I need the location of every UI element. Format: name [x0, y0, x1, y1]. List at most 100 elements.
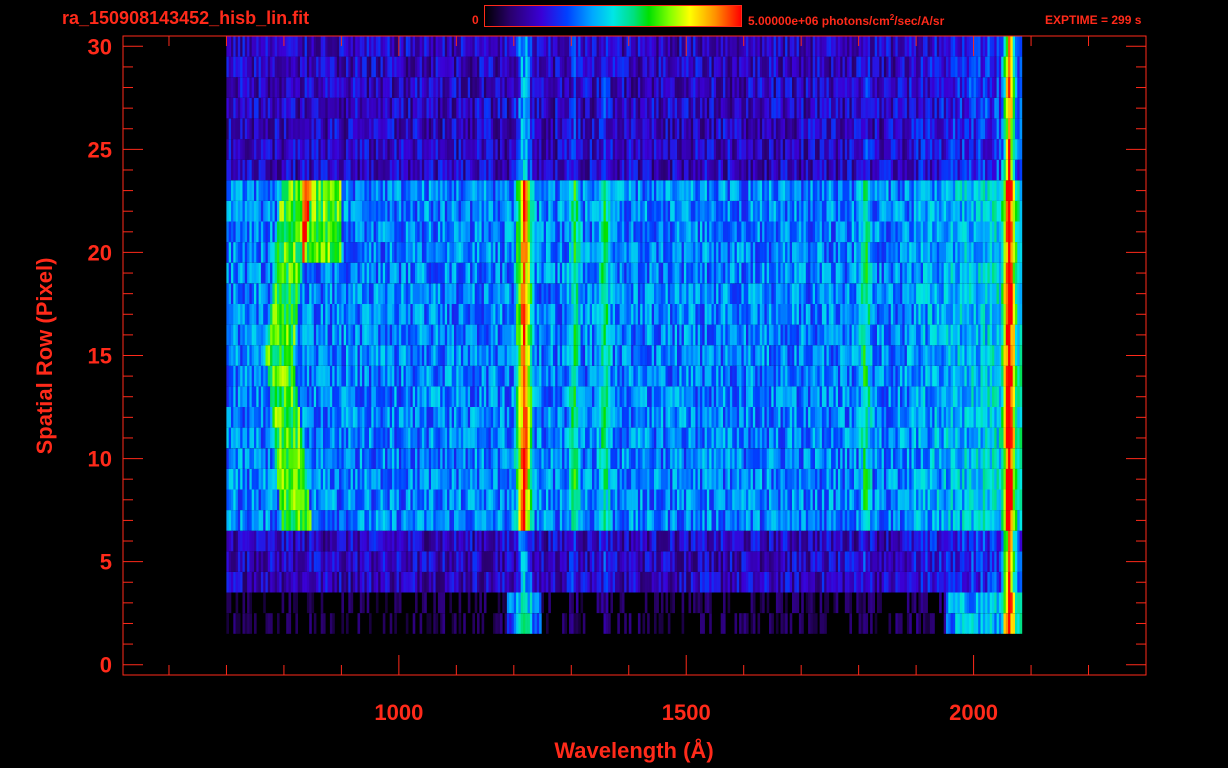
heatmap-cell [334, 427, 338, 449]
heatmap-cell [385, 427, 388, 449]
heatmap-cell [720, 551, 724, 572]
heatmap-cell [559, 365, 563, 387]
heatmap-cell [824, 386, 827, 407]
heatmap-cell [500, 324, 503, 346]
heatmap-cell [539, 510, 542, 531]
heatmap-cell [872, 468, 875, 490]
heatmap-cell [702, 510, 705, 531]
heatmap-cell [359, 324, 363, 346]
heatmap-cell [594, 324, 597, 346]
heatmap-cell [713, 489, 717, 511]
heatmap-cell [467, 304, 471, 325]
heatmap-cell [658, 468, 662, 490]
heatmap-cell [463, 427, 466, 449]
heatmap-cell [952, 324, 956, 346]
heatmap-cell [502, 448, 505, 469]
heatmap-cell [343, 427, 347, 449]
heatmap-cell [444, 407, 448, 428]
heatmap-cell [989, 530, 993, 552]
heatmap-cell [794, 365, 797, 387]
heatmap-cell [706, 448, 710, 469]
heatmap-cell [757, 530, 761, 552]
heatmap-cell [534, 324, 538, 346]
heatmap-cell [405, 448, 409, 469]
heatmap-cell [769, 407, 772, 428]
heatmap-cell [805, 592, 809, 614]
heatmap-cell [451, 427, 455, 449]
heatmap-cell [644, 427, 648, 449]
heatmap-cell [835, 551, 839, 572]
heatmap-cell [375, 345, 379, 366]
heatmap-cell [826, 571, 830, 593]
heatmap-cell [973, 571, 977, 593]
heatmap-cell [718, 530, 721, 552]
heatmap-cell [467, 407, 471, 428]
heatmap-cell [316, 345, 319, 366]
heatmap-cell [897, 427, 901, 449]
heatmap-cell [249, 448, 252, 469]
heatmap-cell [479, 324, 482, 346]
heatmap-cell [647, 365, 650, 387]
heatmap-cell [895, 407, 898, 428]
heatmap-cell [723, 365, 726, 387]
heatmap-cell [686, 386, 689, 407]
heatmap-cell [249, 613, 252, 634]
heatmap-cell [700, 324, 703, 346]
heatmap-cell [552, 468, 556, 490]
heatmap-cell [403, 407, 407, 428]
heatmap-cell [256, 365, 259, 387]
heatmap-cell [943, 613, 947, 634]
heatmap-cell [451, 551, 455, 572]
heatmap-cell [272, 427, 275, 449]
heatmap-cell [431, 530, 434, 552]
heatmap-cell [578, 510, 581, 531]
heatmap-cell [847, 468, 850, 490]
heatmap-cell [989, 324, 993, 346]
heatmap-cell [387, 324, 390, 346]
heatmap-cell [267, 551, 271, 572]
heatmap-cell [580, 324, 584, 346]
heatmap-cell [444, 427, 448, 449]
heatmap-cell [580, 448, 584, 469]
heatmap-cell [394, 510, 397, 531]
heatmap-cell [327, 427, 331, 449]
heatmap-cell [849, 427, 852, 449]
heatmap-cell [810, 592, 813, 614]
heatmap-cell [401, 304, 404, 325]
heatmap-cell [396, 551, 400, 572]
heatmap-cell [610, 324, 613, 346]
heatmap-cell [690, 448, 694, 469]
heatmap-cell [929, 530, 933, 552]
heatmap-cell [879, 324, 882, 346]
heatmap-cell [858, 345, 862, 366]
heatmap-cell [842, 407, 846, 428]
heatmap-cell [488, 468, 492, 490]
heatmap-cell [677, 407, 680, 428]
heatmap-cell [454, 324, 457, 346]
heatmap-cell [831, 324, 834, 346]
heatmap-cell [552, 345, 556, 366]
heatmap-cell [341, 468, 344, 490]
heatmap-cell [819, 530, 823, 552]
heatmap-cell [449, 510, 452, 531]
heatmap-cell [447, 510, 450, 531]
heatmap-cell [573, 571, 577, 593]
heatmap-cell [511, 345, 515, 366]
heatmap-cell [723, 324, 726, 346]
heatmap-cell [906, 510, 910, 531]
heatmap-cell [785, 448, 788, 469]
heatmap-cell [665, 386, 669, 407]
heatmap-cell [387, 530, 390, 552]
heatmap-cell [403, 530, 407, 552]
heatmap-cell [992, 324, 995, 346]
heatmap-cell [323, 613, 326, 634]
heatmap-cell [741, 407, 744, 428]
heatmap-cell [456, 407, 459, 428]
heatmap-cell [575, 365, 579, 387]
heatmap-cell [932, 345, 935, 366]
heatmap-cell [233, 448, 236, 469]
heatmap-cell [1003, 551, 1007, 572]
heatmap-cell [1015, 468, 1018, 490]
heatmap-cell [932, 407, 935, 428]
heatmap-cell [706, 592, 710, 614]
